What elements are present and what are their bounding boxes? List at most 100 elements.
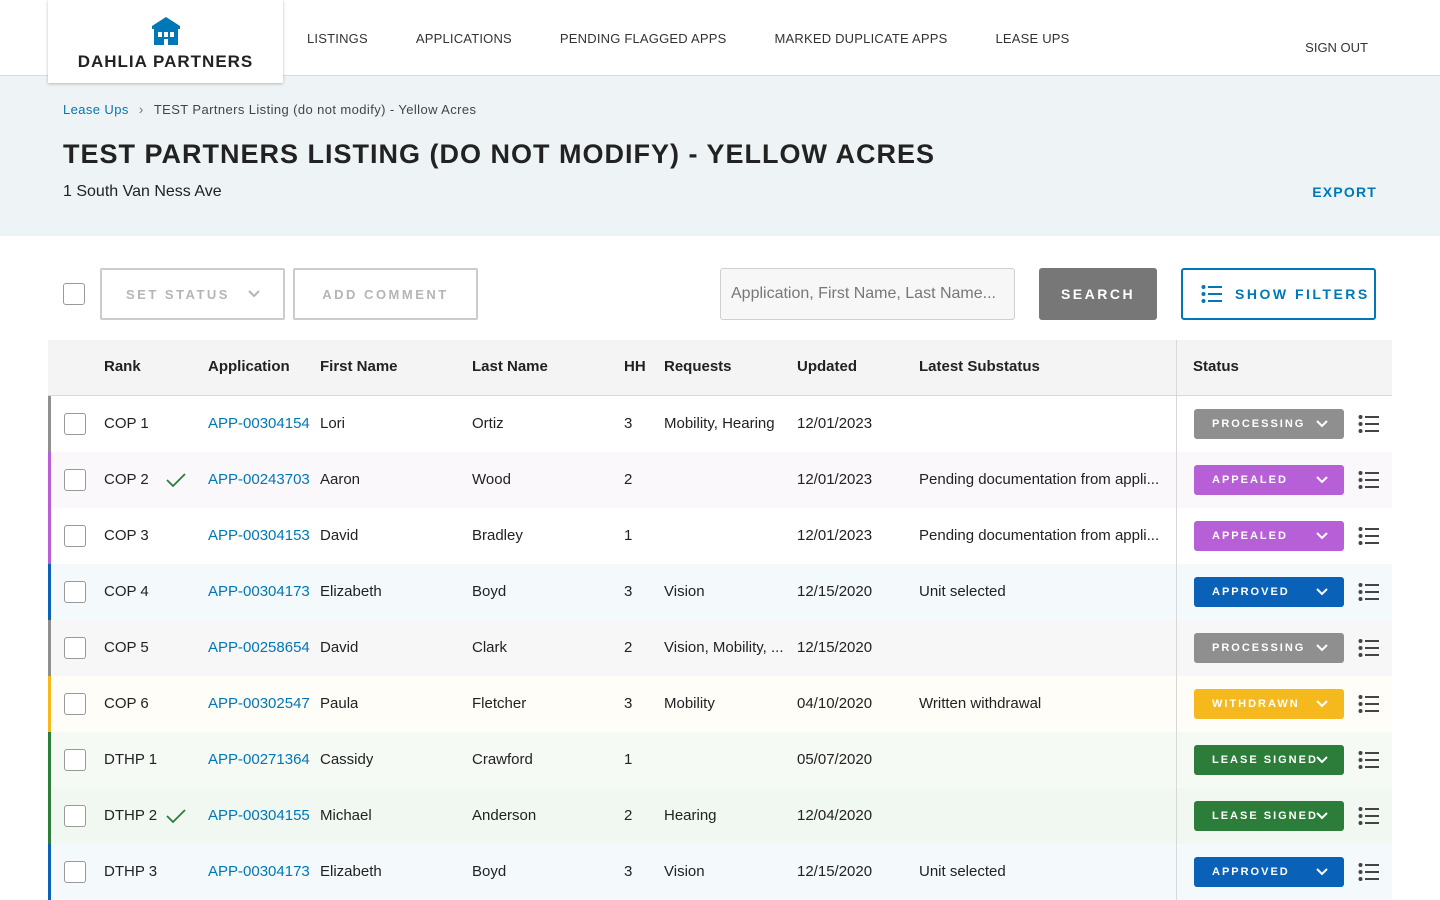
column-header-latest-substatus[interactable]: Latest Substatus: [919, 340, 1040, 396]
nav-applications[interactable]: APPLICATIONS: [416, 31, 512, 46]
last-name-cell: Anderson: [472, 807, 537, 824]
list-menu-icon[interactable]: [1358, 749, 1380, 771]
list-menu-icon[interactable]: [1358, 469, 1380, 491]
column-header-requests[interactable]: Requests: [664, 340, 732, 396]
application-link[interactable]: APP-00243703: [208, 452, 310, 508]
sign-out-link[interactable]: SIGN OUT: [1305, 0, 1368, 76]
column-header-hh[interactable]: HH: [624, 340, 646, 396]
nav-marked-duplicate-apps[interactable]: MARKED DUPLICATE APPS: [774, 31, 947, 46]
nav-listings[interactable]: LISTINGS: [307, 31, 368, 46]
application-link[interactable]: APP-00304154: [208, 396, 310, 452]
rank-cell: COP 4: [104, 583, 149, 600]
nav-lease-ups[interactable]: LEASE UPS: [995, 31, 1069, 46]
status-label: APPROVED: [1212, 586, 1290, 598]
substatus-cell: Pending documentation from appli...: [919, 471, 1160, 488]
application-link[interactable]: APP-00304173: [208, 844, 310, 900]
updated-cell: 12/15/2020: [797, 583, 873, 600]
breadcrumb-lease-ups[interactable]: Lease Ups: [63, 102, 129, 117]
export-button[interactable]: EXPORT: [1312, 184, 1377, 200]
status-dropdown[interactable]: WITHDRAWN: [1194, 689, 1344, 719]
application-link[interactable]: APP-00304173: [208, 564, 310, 620]
application-link[interactable]: APP-00304155: [208, 788, 310, 844]
column-header-last-name[interactable]: Last Name: [472, 340, 548, 396]
building-icon: [151, 16, 180, 45]
chevron-down-icon: [1316, 476, 1328, 484]
row-checkbox[interactable]: [64, 749, 86, 771]
search-input[interactable]: [720, 268, 1015, 320]
table-header: Rank Application First Name Last Name HH…: [48, 340, 1392, 396]
table-row: COP 6 APP-00302547 Paula Fletcher 3 Mobility 0…: [48, 676, 1392, 732]
hh-cell: 3: [624, 415, 633, 432]
row-checkbox[interactable]: [64, 861, 86, 883]
substatus-cell: Unit selected: [919, 583, 1006, 600]
application-link[interactable]: APP-00258654: [208, 620, 310, 676]
row-checkbox[interactable]: [64, 805, 86, 827]
application-link[interactable]: APP-00302547: [208, 676, 310, 732]
list-menu-icon[interactable]: [1358, 581, 1380, 603]
row-checkbox[interactable]: [64, 525, 86, 547]
select-all-checkbox[interactable]: [63, 283, 85, 305]
column-header-updated[interactable]: Updated: [797, 340, 857, 396]
status-dropdown[interactable]: APPROVED: [1194, 857, 1344, 887]
status-label: PROCESSING: [1212, 418, 1306, 430]
last-name-cell: Wood: [472, 471, 511, 488]
row-checkbox[interactable]: [64, 413, 86, 435]
add-comment-button[interactable]: ADD COMMENT: [293, 268, 478, 320]
column-header-rank[interactable]: Rank: [104, 340, 141, 396]
requests-cell: Vision: [664, 863, 705, 880]
list-filter-icon: [1201, 285, 1222, 303]
hh-cell: 1: [624, 751, 633, 768]
rank-cell: COP 2: [104, 471, 149, 488]
requests-cell: Mobility: [664, 695, 715, 712]
brand-logo[interactable]: DAHLIA PARTNERS: [48, 0, 283, 83]
application-link[interactable]: APP-00304153: [208, 508, 310, 564]
checkmark-icon: [166, 473, 186, 488]
status-dropdown[interactable]: PROCESSING: [1194, 409, 1344, 439]
search-button[interactable]: SEARCH: [1039, 268, 1157, 320]
status-dropdown[interactable]: LEASE SIGNED: [1194, 745, 1344, 775]
updated-cell: 12/01/2023: [797, 471, 873, 488]
status-label: APPEALED: [1212, 474, 1288, 486]
chevron-down-icon: [1316, 588, 1328, 596]
nav-pending-flagged-apps[interactable]: PENDING FLAGGED APPS: [560, 31, 727, 46]
application-link[interactable]: APP-00271364: [208, 732, 310, 788]
column-header-status[interactable]: Status: [1193, 340, 1239, 396]
checkmark-icon: [166, 809, 186, 824]
column-header-application[interactable]: Application: [208, 340, 290, 396]
column-header-first-name[interactable]: First Name: [320, 340, 398, 396]
listing-banner: Lease Ups › TEST Partners Listing (do no…: [0, 76, 1440, 236]
status-dropdown[interactable]: APPEALED: [1194, 465, 1344, 495]
page-title: TEST PARTNERS LISTING (DO NOT MODIFY) - …: [63, 139, 935, 169]
list-menu-icon[interactable]: [1358, 525, 1380, 547]
substatus-cell: Written withdrawal: [919, 695, 1042, 712]
table-row: DTHP 2 APP-00304155 Michael Anderson 2 Hearin…: [48, 788, 1392, 844]
requests-cell: [664, 452, 786, 508]
hh-cell: 3: [624, 695, 633, 712]
list-menu-icon[interactable]: [1358, 693, 1380, 715]
list-menu-icon[interactable]: [1358, 805, 1380, 827]
brand-name: DAHLIA PARTNERS: [77, 51, 254, 71]
row-checkbox[interactable]: [64, 693, 86, 715]
row-checkbox[interactable]: [64, 469, 86, 491]
row-checkbox[interactable]: [64, 637, 86, 659]
hh-cell: 1: [624, 527, 633, 544]
row-checkbox[interactable]: [64, 581, 86, 603]
status-dropdown[interactable]: PROCESSING: [1194, 633, 1344, 663]
show-filters-button[interactable]: SHOW FILTERS: [1181, 268, 1376, 320]
chevron-down-icon: [1316, 756, 1328, 764]
list-menu-icon[interactable]: [1358, 861, 1380, 883]
table-row: DTHP 1 APP-00271364 Cassidy Crawford 1 05/07/…: [48, 732, 1392, 788]
status-dropdown[interactable]: APPROVED: [1194, 577, 1344, 607]
last-name-cell: Bradley: [472, 527, 523, 544]
first-name-cell: Paula: [320, 695, 359, 712]
list-menu-icon[interactable]: [1358, 413, 1380, 435]
chevron-down-icon: [1316, 812, 1328, 820]
status-dropdown[interactable]: LEASE SIGNED: [1194, 801, 1344, 831]
table-row: COP 2 APP-00243703 Aaron Wood 2 12/01/2023 Pen…: [48, 452, 1392, 508]
lease-ups-table: Rank Application First Name Last Name HH…: [48, 340, 1392, 900]
status-dropdown[interactable]: APPEALED: [1194, 521, 1344, 551]
last-name-cell: Fletcher: [472, 695, 527, 712]
list-menu-icon[interactable]: [1358, 637, 1380, 659]
breadcrumb-current: TEST Partners Listing (do not modify) - …: [153, 101, 477, 117]
set-status-dropdown[interactable]: SET STATUS: [100, 268, 285, 320]
